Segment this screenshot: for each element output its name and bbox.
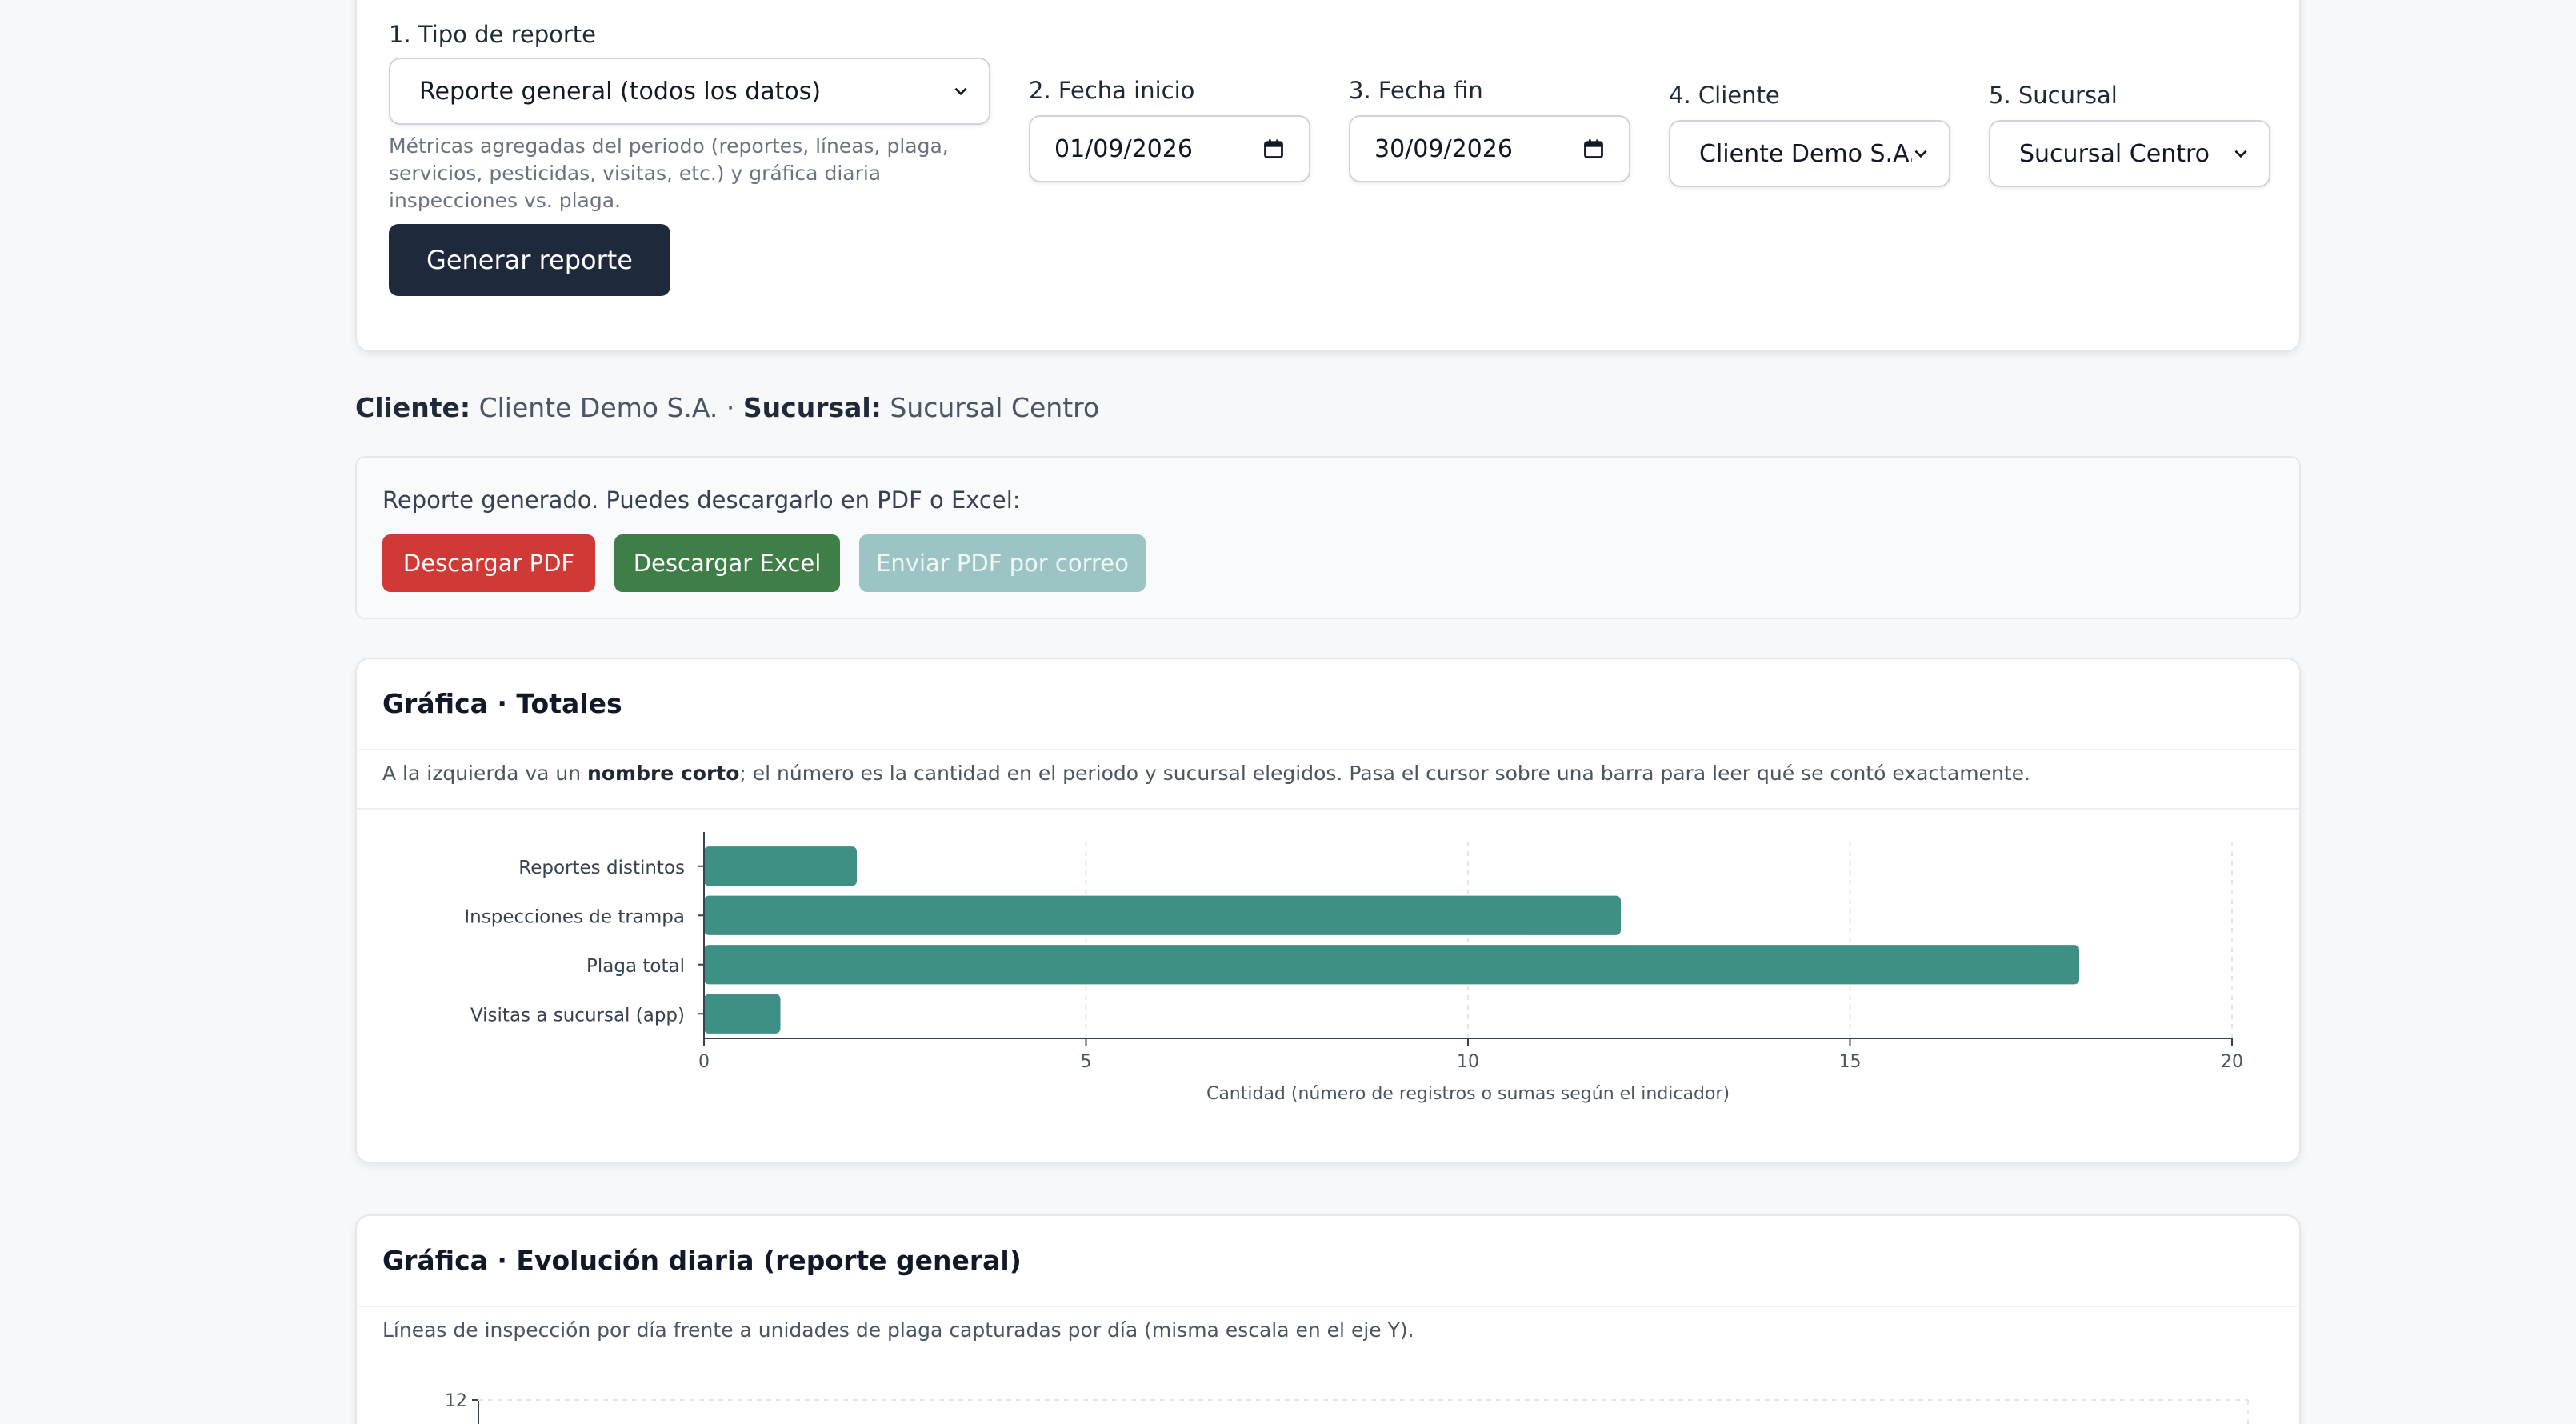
report-type-value: Reporte general (todos los datos) (419, 77, 822, 106)
end-date-label: 3. Fecha fin (1349, 77, 1483, 104)
download-excel-button[interactable]: Descargar Excel (614, 534, 840, 592)
summary-separator: · (726, 392, 735, 423)
report-form-card: 1. Tipo de reporte Reporte general (todo… (355, 0, 2301, 352)
branch-label: 5. Sucursal (1989, 82, 2118, 109)
client-label: 4. Cliente (1669, 82, 1780, 109)
summary-branch-label: Sucursal: (742, 392, 882, 423)
start-date-label: 2. Fecha inicio (1029, 77, 1195, 104)
report-type-field: 1. Tipo de reporte (389, 21, 596, 48)
client-value: Cliente Demo S.A. (1699, 139, 1912, 168)
y-tick-label: 12 (445, 1391, 467, 1411)
daily-chart-card: Gráfica · Evolución diaria (reporte gene… (355, 1214, 2301, 1424)
download-pdf-button[interactable]: Descargar PDF (382, 534, 595, 592)
report-type-select[interactable]: Reporte general (todos los datos) (389, 58, 990, 125)
email-pdf-button[interactable]: Enviar PDF por correo (859, 534, 1146, 592)
daily-line-chart: 12 (445, 1391, 2249, 1424)
report-type-hint: Métricas agregadas del periodo (reportes… (389, 134, 949, 212)
summary-branch-value: Sucursal Centro (890, 392, 1100, 423)
client-select[interactable]: Cliente Demo S.A. (1669, 120, 1950, 187)
totals-chart-description: A la izquierda va un nombre corto; el nú… (382, 762, 2030, 785)
card-divider (357, 1306, 2299, 1307)
bar (704, 846, 857, 886)
chevron-down-icon (954, 87, 967, 96)
x-tick-label: 0 (698, 1052, 710, 1072)
desc-suffix: ; el número es la cantidad en el periodo… (739, 762, 2030, 785)
totals-bar-chart: Reportes distintos Inspecciones de trampa… (464, 832, 2243, 1104)
calendar-icon[interactable] (1582, 138, 1605, 160)
bar (704, 994, 781, 1034)
totals-chart-card: Gráfica · Totales A la izquierda va un n… (355, 658, 2301, 1163)
summary-client-value: Cliente Demo S.A. (478, 392, 718, 423)
end-date-value: 30/09/2026 (1374, 134, 1513, 163)
summary-client-label: Cliente: (355, 392, 471, 423)
x-tick-label: 20 (2221, 1052, 2243, 1072)
desc-prefix: A la izquierda va un (382, 762, 588, 785)
x-axis-label: Cantidad (número de registros o sumas se… (1206, 1084, 1730, 1104)
end-date-input[interactable]: 30/09/2026 (1349, 115, 1630, 182)
start-date-value: 01/09/2026 (1054, 134, 1193, 163)
desc-bold: nombre corto (587, 762, 740, 785)
daily-chart-description: Líneas de inspección por día frente a un… (382, 1318, 1414, 1342)
branch-value: Sucursal Centro (2019, 139, 2210, 168)
download-message: Reporte generado. Puedes descargarlo en … (382, 486, 1021, 514)
start-date-input[interactable]: 01/09/2026 (1029, 115, 1310, 182)
card-divider (357, 749, 2299, 750)
category-label: Plaga total (586, 956, 685, 977)
report-type-label: 1. Tipo de reporte (389, 21, 597, 48)
chevron-down-icon (2234, 150, 2247, 158)
download-panel: Reporte generado. Puedes descargarlo en … (355, 456, 2301, 619)
chevron-down-icon (1914, 150, 1927, 158)
x-tick-label: 5 (1081, 1052, 1092, 1072)
x-tick-label: 15 (1839, 1052, 1862, 1072)
bar (704, 895, 1621, 935)
selection-summary: Cliente: Cliente Demo S.A. · Sucursal: S… (355, 392, 1099, 423)
category-label: Inspecciones de trampa (464, 906, 685, 927)
branch-select[interactable]: Sucursal Centro (1989, 120, 2270, 187)
category-label: Reportes distintos (518, 858, 685, 878)
bar (704, 945, 2079, 985)
generate-report-button[interactable]: Generar reporte (389, 224, 670, 296)
calendar-icon[interactable] (1262, 138, 1285, 160)
x-tick-label: 10 (1457, 1052, 1479, 1072)
totals-chart-title: Gráfica · Totales (382, 688, 622, 719)
daily-chart-title: Gráfica · Evolución diaria (reporte gene… (382, 1245, 1022, 1276)
category-label: Visitas a sucursal (app) (470, 1005, 685, 1026)
